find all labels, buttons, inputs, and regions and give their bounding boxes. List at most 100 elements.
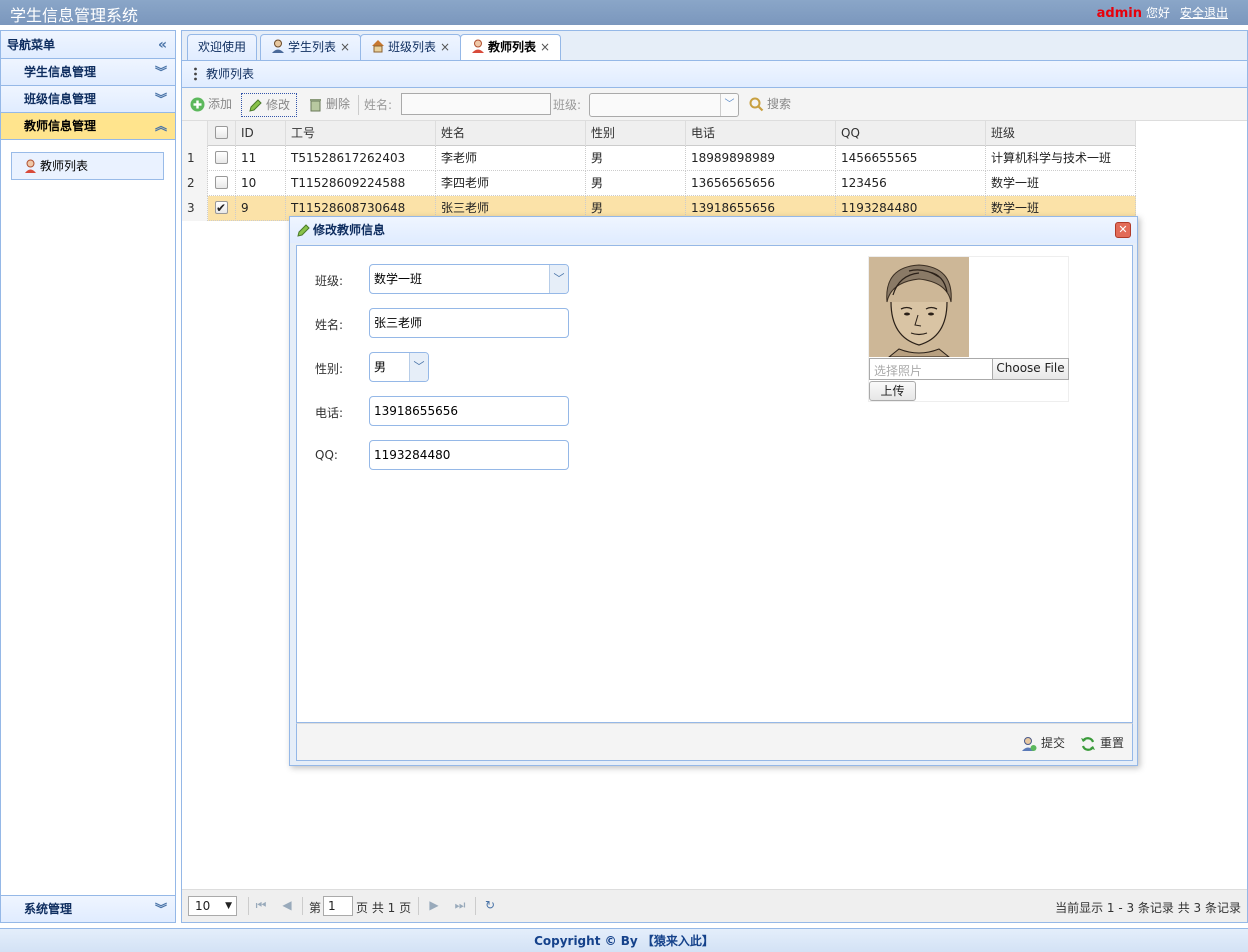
name-input[interactable]: 张三老师	[369, 308, 569, 338]
sex-select[interactable]: 男 ﹀	[369, 352, 429, 382]
class-filter-select[interactable]: ﹀	[589, 93, 739, 117]
tab-teacher-list[interactable]: 教师列表 ×	[460, 34, 562, 62]
search-label: 搜索	[767, 97, 792, 111]
cell-sex: 男	[586, 171, 686, 196]
row-select[interactable]	[208, 171, 236, 196]
top-header: 学生信息管理系统 admin 您好 安全退出	[0, 0, 1248, 25]
chevron-down-icon: ﹀	[409, 353, 428, 381]
header-select-all[interactable]	[208, 121, 236, 146]
user-submit-icon	[1022, 737, 1037, 751]
table-row[interactable]: 1 11 T51528617262403 李老师 男 18989898989 1…	[182, 146, 1136, 171]
sex-label: 性别:	[315, 362, 344, 376]
tab-label: 欢迎使用	[198, 40, 247, 54]
submit-label: 提交	[1041, 736, 1066, 750]
nav-panel-students[interactable]: 学生信息管理 ︾	[1, 59, 175, 86]
edit-label: 修改	[266, 98, 291, 112]
class-select[interactable]: 数学一班 ﹀	[369, 264, 569, 294]
phone-input[interactable]: 13918655656	[369, 396, 569, 426]
close-icon[interactable]: ×	[440, 40, 450, 54]
nav-title: 导航菜单	[7, 38, 56, 52]
name-label: 姓名:	[315, 318, 344, 332]
trash-icon	[310, 99, 321, 112]
refresh-icon	[1081, 737, 1095, 751]
page-size-value: 10	[195, 899, 211, 913]
nav-header: 导航菜单 «	[1, 31, 175, 59]
name-filter-input[interactable]	[401, 93, 551, 115]
last-page-icon[interactable]: ⏭	[453, 898, 467, 912]
table-row[interactable]: 2 10 T11528609224588 李四老师 男 13656565656 …	[182, 171, 1136, 196]
close-icon[interactable]: ×	[340, 40, 350, 54]
class-label: 班级:	[315, 274, 344, 288]
nav-item-teacher-list[interactable]: 教师列表	[11, 152, 164, 180]
row-checkbox[interactable]	[215, 176, 228, 189]
column-header[interactable]: 班级	[986, 121, 1136, 146]
row-select[interactable]	[208, 196, 236, 221]
delete-button[interactable]: 删除	[306, 93, 350, 117]
divider	[358, 95, 359, 115]
portrait-sketch	[869, 257, 969, 357]
add-button[interactable]: 添加	[188, 93, 232, 117]
edit-button[interactable]: 修改	[241, 93, 298, 117]
teacher-photo	[869, 257, 969, 357]
chevron-down-icon: ﹀	[720, 94, 738, 116]
house-icon	[372, 40, 384, 53]
tab-student-list[interactable]: 学生列表 ×	[260, 34, 362, 61]
name-filter-label: 姓名:	[364, 98, 393, 112]
tab-bar: 欢迎使用 学生列表 × 班级列表 × 教师列表 ×	[181, 30, 1248, 62]
tab-label: 教师列表	[488, 40, 537, 54]
column-header[interactable]: 电话	[686, 121, 836, 146]
row-select[interactable]	[208, 146, 236, 171]
panel-title: 教师列表	[206, 67, 255, 81]
cell-name: 李老师	[436, 146, 586, 171]
column-header[interactable]: 姓名	[436, 121, 586, 146]
collapse-nav-icon[interactable]: «	[158, 31, 167, 59]
close-icon[interactable]: ×	[540, 40, 550, 54]
cell-sex: 男	[586, 146, 686, 171]
student-icon	[272, 39, 284, 53]
username: admin	[1096, 6, 1142, 21]
reset-button[interactable]: 重置	[1080, 734, 1124, 754]
tab-welcome[interactable]: 欢迎使用	[187, 34, 258, 61]
cell-name: 李四老师	[436, 171, 586, 196]
column-header[interactable]: 工号	[286, 121, 436, 146]
column-header[interactable]: 性别	[586, 121, 686, 146]
row-checkbox-checked[interactable]	[215, 196, 228, 220]
cell-phone: 18989898989	[686, 146, 836, 171]
greeting: 您好	[1145, 6, 1170, 20]
photo-file-input[interactable]: 选择照片 Choose File	[869, 358, 1069, 380]
page-number-input[interactable]: 1	[323, 896, 353, 916]
prev-page-icon[interactable]: ◀	[280, 898, 294, 912]
nav-panel-system[interactable]: 系统管理 ︾	[1, 895, 175, 922]
row-number: 3	[182, 196, 208, 221]
refresh-icon[interactable]: ↻	[483, 898, 497, 912]
delete-label: 删除	[326, 97, 351, 111]
chevron-down-icon: ︾	[154, 92, 167, 106]
cell-id: 10	[236, 171, 286, 196]
nav-panel-classes[interactable]: 班级信息管理 ︾	[1, 86, 175, 113]
select-all-checkbox[interactable]	[215, 126, 228, 139]
page-size-select[interactable]: 10 ▼	[188, 896, 237, 916]
cell-id: 9	[236, 196, 286, 221]
cell-number: T51528617262403	[286, 146, 436, 171]
search-icon	[749, 97, 764, 112]
row-checkbox[interactable]	[215, 151, 228, 164]
table-header-row: ID 工号 姓名 性别 电话 QQ 班级	[182, 121, 1136, 146]
next-page-icon[interactable]: ▶	[427, 898, 441, 912]
first-page-icon[interactable]: ⏮	[254, 898, 268, 912]
page-prefix: 第	[309, 901, 322, 915]
close-icon[interactable]: ✕	[1115, 222, 1131, 238]
logout-link[interactable]: 安全退出	[1180, 6, 1228, 20]
nav-panel-label: 系统管理	[24, 902, 73, 916]
row-number: 1	[182, 146, 208, 171]
choose-file-button[interactable]: Choose File	[992, 359, 1068, 379]
qq-input[interactable]: 1193284480	[369, 440, 569, 470]
column-header[interactable]: QQ	[836, 121, 986, 146]
tab-class-list[interactable]: 班级列表 ×	[360, 34, 462, 61]
submit-button[interactable]: 提交	[1021, 734, 1065, 754]
nav-panel-teachers[interactable]: 教师信息管理 ︽	[1, 113, 175, 140]
pager-info: 当前显示 1 - 3 条记录 共 3 条记录	[1055, 901, 1241, 915]
column-header[interactable]: ID	[236, 121, 286, 146]
upload-button[interactable]: 上传	[869, 381, 916, 401]
divider	[248, 897, 249, 915]
search-button[interactable]: 搜索	[747, 93, 791, 117]
